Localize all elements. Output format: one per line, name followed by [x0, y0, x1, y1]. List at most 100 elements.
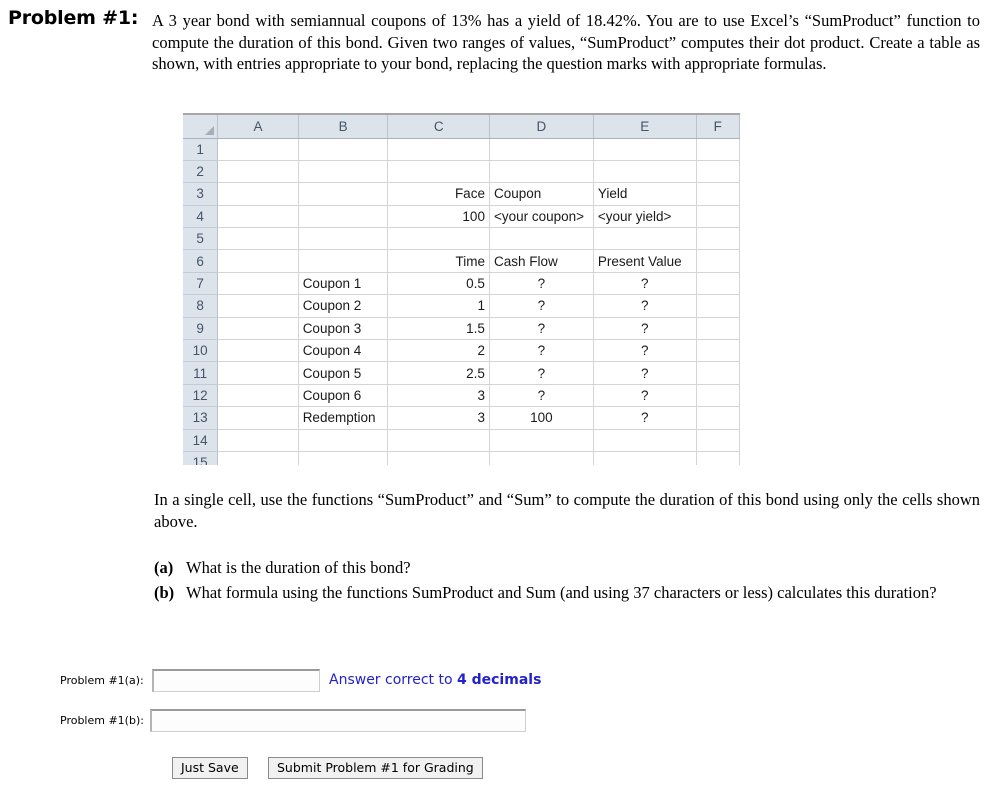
row-header-10[interactable]: 10: [183, 339, 219, 363]
row-header-2[interactable]: 2: [183, 160, 219, 184]
cell-E14[interactable]: [593, 429, 697, 452]
cell-B9[interactable]: Coupon 3: [298, 317, 389, 341]
column-header-c[interactable]: C: [387, 115, 490, 139]
cell-C4[interactable]: 100: [387, 205, 490, 229]
cell-C2[interactable]: [387, 160, 490, 184]
cell-D3[interactable]: Coupon: [489, 182, 594, 206]
cell-B10[interactable]: Coupon 4: [298, 339, 389, 363]
cell-A9[interactable]: [217, 317, 299, 341]
cell-A3[interactable]: [217, 182, 299, 206]
just-save-button[interactable]: Just Save: [172, 757, 248, 779]
cell-B6[interactable]: [298, 249, 389, 273]
cell-E13[interactable]: ?: [593, 406, 697, 430]
select-all-corner-cell[interactable]: [183, 115, 219, 139]
cell-E10[interactable]: ?: [593, 339, 697, 363]
column-header-f[interactable]: F: [696, 115, 740, 139]
cell-D6[interactable]: Cash Flow: [489, 249, 594, 273]
cell-D12[interactable]: ?: [489, 384, 594, 408]
row-header-11[interactable]: 11: [183, 361, 219, 385]
cell-F5[interactable]: [696, 227, 740, 251]
cell-B2[interactable]: [298, 160, 389, 184]
cell-C8[interactable]: 1: [387, 294, 490, 318]
cell-C6[interactable]: Time: [387, 249, 490, 273]
cell-D14[interactable]: [489, 429, 594, 452]
cell-F10[interactable]: [696, 339, 740, 363]
cell-D4[interactable]: <your coupon>: [489, 205, 594, 229]
cell-E15[interactable]: [593, 451, 697, 465]
cell-A8[interactable]: [217, 294, 299, 318]
cell-A12[interactable]: [217, 384, 299, 408]
cell-F2[interactable]: [696, 160, 740, 184]
cell-E11[interactable]: ?: [593, 361, 697, 385]
cell-C5[interactable]: [387, 227, 490, 251]
cell-D11[interactable]: ?: [489, 361, 594, 385]
cell-B15[interactable]: [298, 451, 389, 465]
cell-B5[interactable]: [298, 227, 389, 251]
cell-D13[interactable]: 100: [489, 406, 594, 430]
cell-E12[interactable]: ?: [593, 384, 697, 408]
cell-B12[interactable]: Coupon 6: [298, 384, 389, 408]
row-header-3[interactable]: 3: [183, 182, 219, 206]
cell-B8[interactable]: Coupon 2: [298, 294, 389, 318]
cell-E8[interactable]: ?: [593, 294, 697, 318]
cell-E3[interactable]: Yield: [593, 182, 697, 206]
cell-F13[interactable]: [696, 406, 740, 430]
row-header-1[interactable]: 1: [183, 138, 219, 161]
cell-D10[interactable]: ?: [489, 339, 594, 363]
cell-F1[interactable]: [696, 138, 740, 161]
cell-E4[interactable]: <your yield>: [593, 205, 697, 229]
cell-A6[interactable]: [217, 249, 299, 273]
cell-B1[interactable]: [298, 138, 389, 161]
row-header-5[interactable]: 5: [183, 227, 219, 251]
cell-E6[interactable]: Present Value: [593, 249, 697, 273]
cell-F15[interactable]: [696, 451, 740, 465]
cell-A15[interactable]: [217, 451, 299, 465]
cell-E7[interactable]: ?: [593, 272, 697, 296]
cell-C9[interactable]: 1.5: [387, 317, 490, 341]
row-header-13[interactable]: 13: [183, 406, 219, 430]
cell-D1[interactable]: [489, 138, 594, 161]
cell-E5[interactable]: [593, 227, 697, 251]
row-header-9[interactable]: 9: [183, 317, 219, 341]
cell-A10[interactable]: [217, 339, 299, 363]
column-header-a[interactable]: A: [217, 115, 299, 139]
cell-B11[interactable]: Coupon 5: [298, 361, 389, 385]
cell-F14[interactable]: [696, 429, 740, 452]
cell-A7[interactable]: [217, 272, 299, 296]
cell-C14[interactable]: [387, 429, 490, 452]
cell-F11[interactable]: [696, 361, 740, 385]
cell-B14[interactable]: [298, 429, 389, 452]
row-header-4[interactable]: 4: [183, 205, 219, 229]
cell-E9[interactable]: ?: [593, 317, 697, 341]
cell-A13[interactable]: [217, 406, 299, 430]
row-header-8[interactable]: 8: [183, 294, 219, 318]
column-header-b[interactable]: B: [298, 115, 389, 139]
cell-D15[interactable]: [489, 451, 594, 465]
cell-D8[interactable]: ?: [489, 294, 594, 318]
cell-C1[interactable]: [387, 138, 490, 161]
row-header-6[interactable]: 6: [183, 249, 219, 273]
cell-A14[interactable]: [217, 429, 299, 452]
cell-B7[interactable]: Coupon 1: [298, 272, 389, 296]
cell-C7[interactable]: 0.5: [387, 272, 490, 296]
cell-D5[interactable]: [489, 227, 594, 251]
cell-F3[interactable]: [696, 182, 740, 206]
cell-D9[interactable]: ?: [489, 317, 594, 341]
cell-F6[interactable]: [696, 249, 740, 273]
cell-F4[interactable]: [696, 205, 740, 229]
answer-input-a[interactable]: [152, 669, 320, 692]
cell-B13[interactable]: Redemption: [298, 406, 389, 430]
column-header-e[interactable]: E: [593, 115, 697, 139]
answer-input-b[interactable]: [150, 709, 526, 732]
cell-A2[interactable]: [217, 160, 299, 184]
row-header-14[interactable]: 14: [183, 429, 219, 452]
cell-C10[interactable]: 2: [387, 339, 490, 363]
row-header-12[interactable]: 12: [183, 384, 219, 408]
cell-F12[interactable]: [696, 384, 740, 408]
cell-C3[interactable]: Face: [387, 182, 490, 206]
cell-C12[interactable]: 3: [387, 384, 490, 408]
cell-B3[interactable]: [298, 182, 389, 206]
cell-E1[interactable]: [593, 138, 697, 161]
cell-A11[interactable]: [217, 361, 299, 385]
cell-D2[interactable]: [489, 160, 594, 184]
